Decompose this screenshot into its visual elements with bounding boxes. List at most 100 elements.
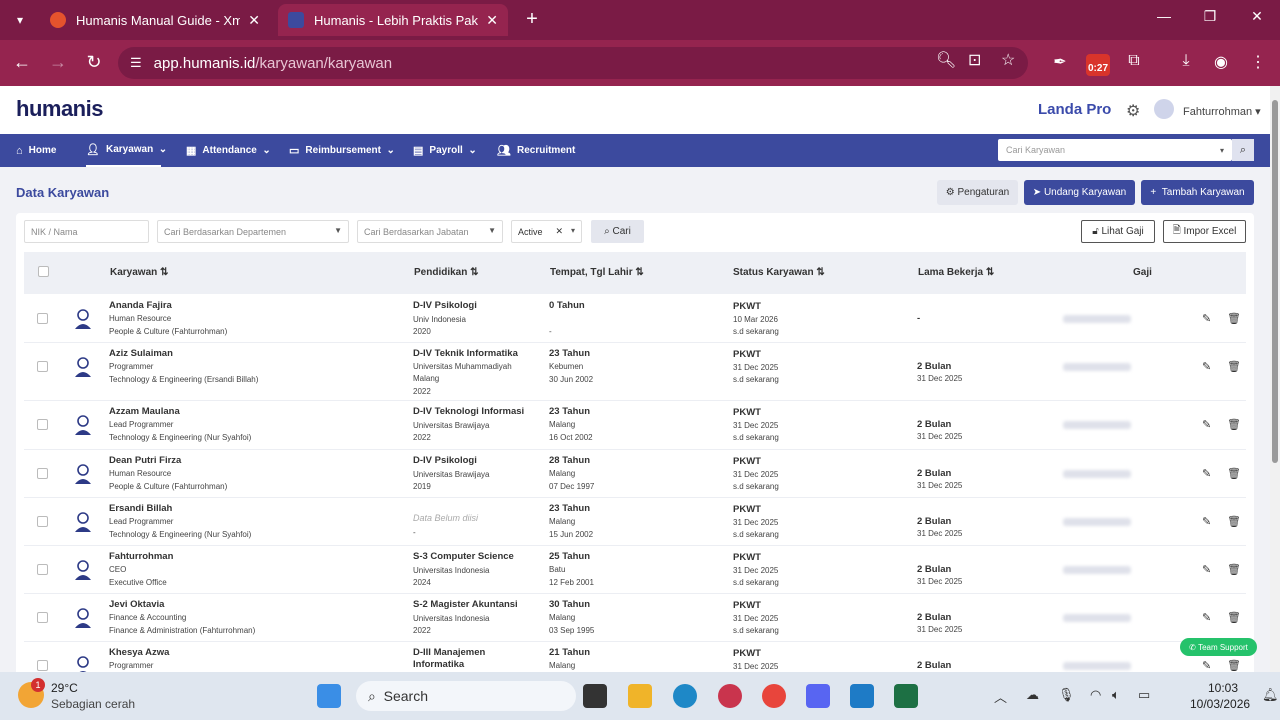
- chrome-profile-icon[interactable]: [718, 684, 742, 708]
- row-checkbox[interactable]: [37, 468, 48, 479]
- new-tab-icon[interactable]: +: [520, 8, 544, 31]
- humanis-logo[interactable]: humanis: [16, 96, 103, 122]
- row-checkbox[interactable]: [37, 516, 48, 527]
- microphone-icon[interactable]: 🎙︎: [1058, 687, 1075, 703]
- close-tab-icon[interactable]: ✕: [248, 12, 260, 29]
- close-tab-icon[interactable]: ✕: [486, 12, 498, 29]
- tab-humanis[interactable]: Humanis - Lebih Praktis Pakai Humanis ✕: [278, 4, 508, 36]
- clear-icon[interactable]: ✕: [555, 226, 563, 237]
- trash-icon[interactable]: 🗑︎: [1227, 312, 1241, 325]
- chrome-icon[interactable]: [762, 684, 786, 708]
- windows-start-icon[interactable]: [317, 684, 341, 708]
- invite-employee-button[interactable]: ➤ Undang Karyawan: [1024, 180, 1135, 205]
- trash-icon[interactable]: 🗑︎: [1227, 515, 1241, 528]
- select-all-checkbox[interactable]: [38, 266, 49, 277]
- tray-chevron-icon[interactable]: ︿: [994, 687, 1007, 706]
- settings-button[interactable]: ⚙ Pengaturan: [937, 180, 1018, 205]
- trash-icon[interactable]: 🗑︎: [1227, 659, 1241, 672]
- extensions-puzzle-icon[interactable]: ⧉: [1122, 52, 1146, 70]
- import-excel-button[interactable]: 🗎 Impor Excel: [1163, 220, 1246, 243]
- trash-icon[interactable]: 🗑︎: [1227, 360, 1241, 373]
- employee-name[interactable]: Ersandi Billah: [109, 503, 172, 514]
- column-header-status[interactable]: Status Karyawan ⇅: [733, 267, 825, 278]
- employee-name[interactable]: Ananda Fajira: [109, 300, 172, 311]
- trash-icon[interactable]: 🗑︎: [1227, 418, 1241, 431]
- row-checkbox[interactable]: [37, 313, 48, 324]
- search-button[interactable]: ⌕ Cari: [591, 220, 644, 243]
- trash-icon[interactable]: 🗑︎: [1227, 611, 1241, 624]
- tab-list-chevron-icon[interactable]: ▾: [8, 8, 32, 32]
- discord-icon[interactable]: [806, 684, 830, 708]
- employee-search-input[interactable]: Cari Karyawan ▾: [998, 139, 1232, 161]
- employee-name[interactable]: Khesya Azwa: [109, 647, 169, 658]
- column-header-pendidikan[interactable]: Pendidikan ⇅: [414, 267, 479, 278]
- search-icon[interactable]: ⌕: [1232, 139, 1254, 161]
- nav-reimbursement[interactable]: ▭ Reimbursement ⌄: [289, 134, 395, 167]
- row-checkbox[interactable]: [37, 564, 48, 575]
- column-header-karyawan[interactable]: Karyawan ⇅: [110, 267, 168, 278]
- battery-icon[interactable]: ▭: [1138, 687, 1150, 703]
- column-header-tempat-tgl-lahir[interactable]: Tempat, Tgl Lahir ⇅: [550, 267, 644, 278]
- clock-time[interactable]: 10:03: [1208, 681, 1238, 695]
- task-view-icon[interactable]: [583, 684, 607, 708]
- profile-avatar-icon[interactable]: ◉: [1209, 52, 1233, 72]
- edit-icon[interactable]: ✎: [1202, 467, 1211, 480]
- edge-icon[interactable]: [673, 684, 697, 708]
- employee-name[interactable]: Fahturrohman: [109, 551, 173, 562]
- onedrive-icon[interactable]: ☁: [1026, 687, 1039, 703]
- minimize-icon[interactable]: —: [1152, 8, 1176, 24]
- edit-icon[interactable]: ✎: [1202, 659, 1211, 672]
- timer-extension-badge[interactable]: 0:27: [1086, 54, 1110, 76]
- team-support-button[interactable]: ✆ Team Support: [1180, 638, 1257, 656]
- nav-karyawan[interactable]: 👤︎ Karyawan ⌄: [86, 134, 167, 167]
- url-bar[interactable]: ☰ app.humanis.id/karyawan/karyawan: [118, 47, 1028, 79]
- scroll-thumb[interactable]: [1272, 100, 1278, 463]
- file-explorer-icon[interactable]: [628, 684, 652, 708]
- notification-icon[interactable]: 🔔︎: [1262, 687, 1279, 703]
- nav-payroll[interactable]: ▤ Payroll ⌄: [413, 134, 477, 167]
- row-checkbox[interactable]: [37, 660, 48, 671]
- table-row[interactable]: [24, 343, 1246, 401]
- nav-attendance[interactable]: ▦ Attendance ⌄: [186, 134, 271, 167]
- restore-icon[interactable]: ❐: [1198, 8, 1222, 25]
- edit-icon[interactable]: ✎: [1202, 360, 1211, 373]
- nik-name-input[interactable]: NIK / Nama: [24, 220, 149, 243]
- company-name[interactable]: Landa Pro: [1038, 101, 1111, 118]
- edit-icon[interactable]: ✎: [1202, 312, 1211, 325]
- zoom-icon[interactable]: 🔍︎: [936, 50, 956, 70]
- employee-name[interactable]: Jevi Oktavia: [109, 599, 164, 610]
- volume-icon[interactable]: 🔈︎: [1112, 687, 1120, 703]
- install-app-icon[interactable]: ⊡: [968, 50, 981, 70]
- site-info-icon[interactable]: ☰: [130, 55, 142, 71]
- status-select[interactable]: Active ✕ ▾: [511, 220, 582, 243]
- employee-name[interactable]: Azzam Maulana: [109, 406, 180, 417]
- employee-name[interactable]: Dean Putri Firza: [109, 455, 181, 466]
- download-icon[interactable]: ⤓: [1174, 52, 1198, 70]
- nav-home[interactable]: ⌂ Home: [16, 134, 56, 167]
- wifi-icon[interactable]: ◠: [1090, 687, 1101, 703]
- close-window-icon[interactable]: ✕: [1245, 8, 1269, 25]
- forward-icon[interactable]: →: [46, 52, 70, 73]
- bookmark-star-icon[interactable]: ☆: [1001, 50, 1015, 70]
- user-avatar[interactable]: [1154, 99, 1174, 119]
- back-icon[interactable]: ←: [10, 52, 34, 73]
- excel-icon[interactable]: [894, 684, 918, 708]
- edit-icon[interactable]: ✎: [1202, 563, 1211, 576]
- row-checkbox[interactable]: [37, 612, 48, 623]
- weather-temp[interactable]: 29°C: [51, 681, 78, 695]
- nav-recruitment[interactable]: 👥︎ Recruitment: [497, 134, 575, 167]
- reload-icon[interactable]: ↻: [82, 52, 106, 73]
- row-checkbox[interactable]: [37, 361, 48, 372]
- browser-menu-icon[interactable]: ⋮: [1246, 52, 1270, 72]
- edit-icon[interactable]: ✎: [1202, 611, 1211, 624]
- employee-name[interactable]: Aziz Sulaiman: [109, 348, 173, 359]
- user-menu[interactable]: Fahturrohman ▾: [1183, 105, 1261, 118]
- edit-icon[interactable]: ✎: [1202, 418, 1211, 431]
- notepad-icon[interactable]: [850, 684, 874, 708]
- taskbar-search[interactable]: ⌕ Search: [356, 681, 576, 711]
- clock-date[interactable]: 10/03/2026: [1190, 697, 1250, 711]
- edit-icon[interactable]: ✎: [1202, 515, 1211, 528]
- view-salary-button[interactable]: 🔓︎ Lihat Gaji: [1081, 220, 1155, 243]
- gear-icon[interactable]: ⚙: [1126, 101, 1140, 121]
- row-checkbox[interactable]: [37, 419, 48, 430]
